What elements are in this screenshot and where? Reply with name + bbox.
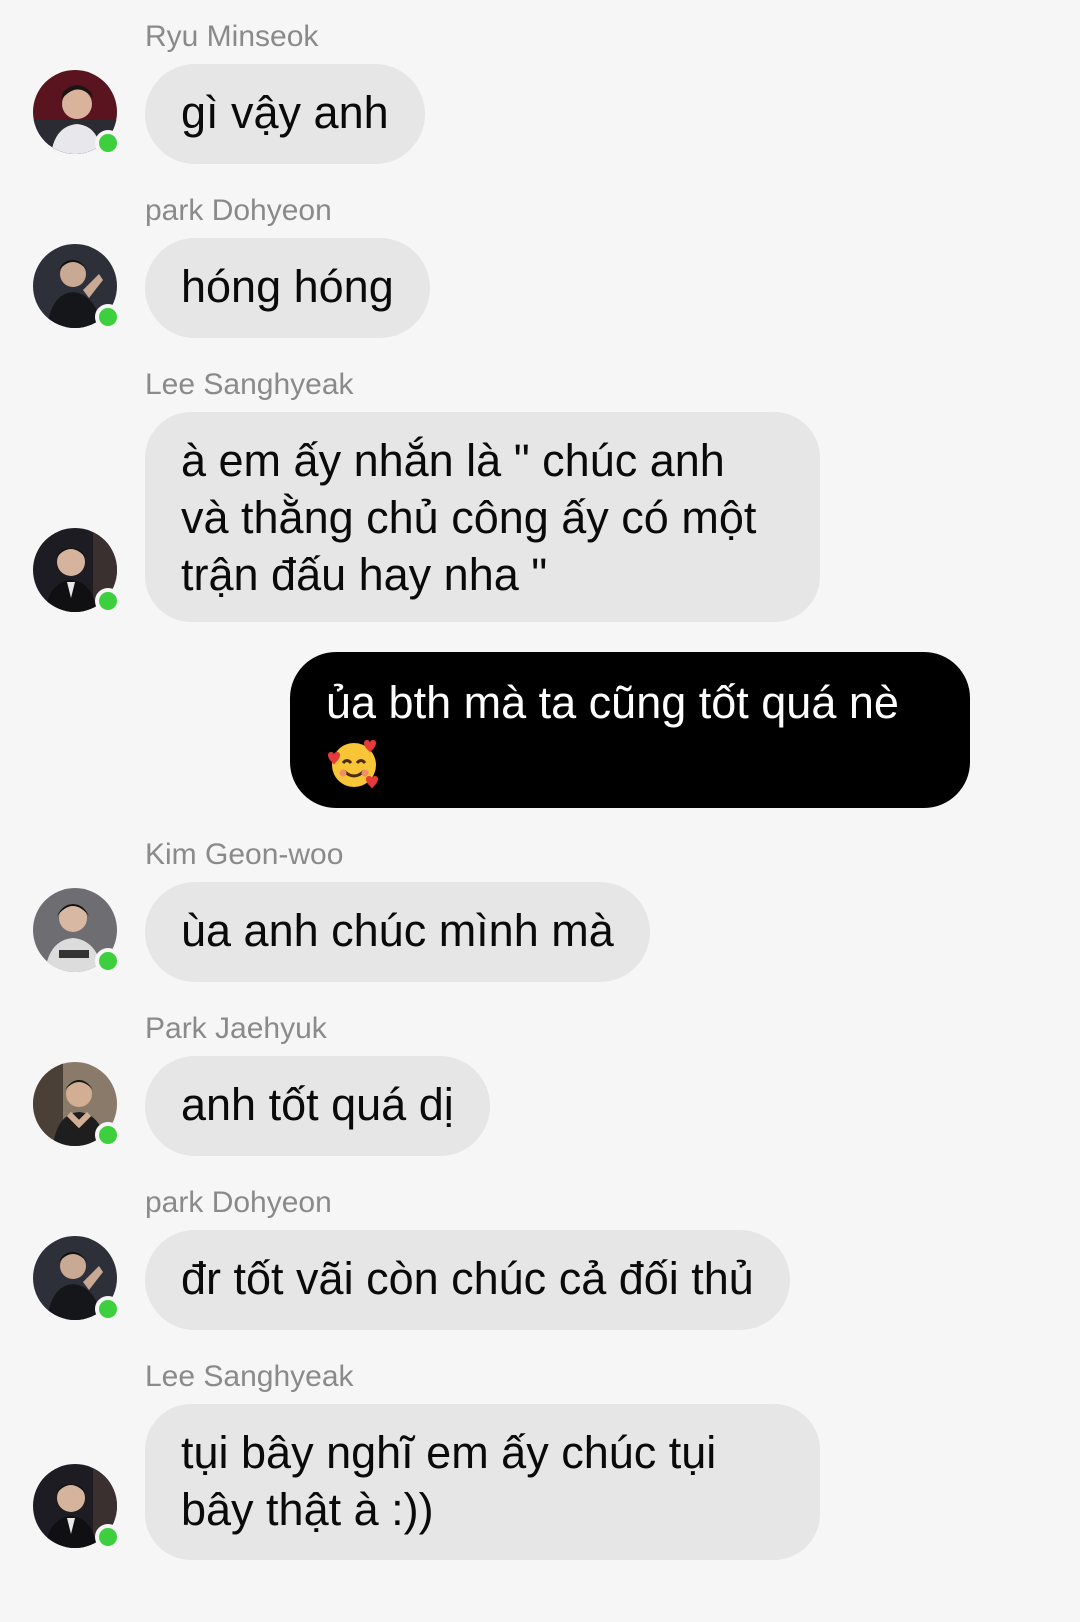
avatar[interactable] [33, 1062, 121, 1148]
online-status-icon [95, 1296, 121, 1322]
sender-name: park Dohyeon [145, 194, 332, 227]
sender-name: Park Jaehyuk [145, 1012, 327, 1045]
avatar[interactable] [33, 1464, 121, 1550]
message-bubble[interactable]: à em ấy nhắn là " chúc anh và thằng chủ … [145, 412, 820, 622]
smiling-face-with-hearts-emoji-icon [328, 740, 378, 790]
online-status-icon [95, 948, 121, 974]
message-bubble[interactable]: anh tốt quá dị [145, 1056, 490, 1156]
online-status-icon [95, 304, 121, 330]
online-status-icon [95, 588, 121, 614]
message-bubble[interactable]: đr tốt vãi còn chúc cả đối thủ [145, 1230, 790, 1330]
message-bubble[interactable]: tụi bây nghĩ em ấy chúc tụi bây thật à :… [145, 1404, 820, 1560]
sender-name: Ryu Minseok [145, 20, 319, 53]
avatar[interactable] [33, 244, 121, 330]
message-bubble[interactable]: gì vậy anh [145, 64, 425, 164]
avatar[interactable] [33, 888, 121, 974]
message-bubble[interactable]: ùa anh chúc mình mà [145, 882, 650, 982]
sender-name: park Dohyeon [145, 1186, 332, 1219]
online-status-icon [95, 130, 121, 156]
sender-name: Lee Sanghyeak [145, 1360, 354, 1393]
avatar[interactable] [33, 1236, 121, 1322]
my-message-bubble[interactable]: ủa bth mà ta cũng tốt quá nè [290, 652, 970, 808]
avatar[interactable] [33, 528, 121, 614]
message-bubble[interactable]: hóng hóng [145, 238, 430, 338]
sender-name: Lee Sanghyeak [145, 368, 354, 401]
online-status-icon [95, 1524, 121, 1550]
sender-name: Kim Geon-woo [145, 838, 344, 871]
chat-thread: Ryu Minseok gì vậy anh park Dohyeon hóng… [0, 0, 1080, 1622]
online-status-icon [95, 1122, 121, 1148]
message-text: ủa bth mà ta cũng tốt quá nè [326, 677, 899, 728]
avatar[interactable] [33, 70, 121, 156]
